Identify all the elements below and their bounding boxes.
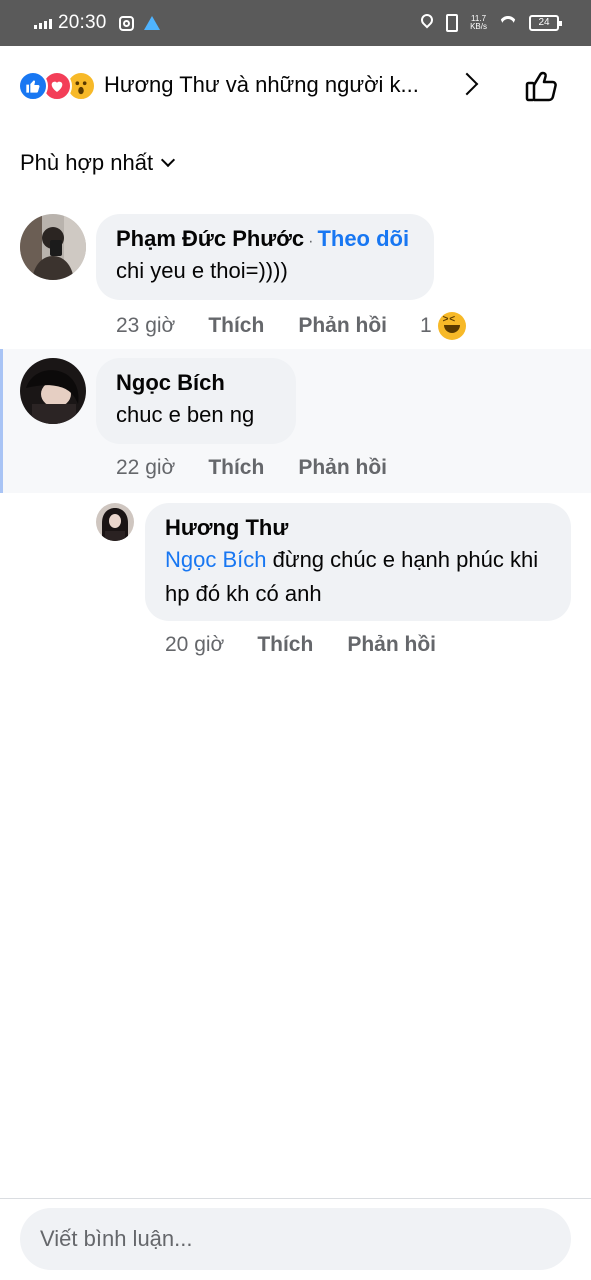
like-outline-icon[interactable] xyxy=(522,66,562,106)
like-reaction-icon xyxy=(18,71,48,101)
reaction-summary[interactable] xyxy=(18,71,96,101)
separator-dot: · xyxy=(308,233,314,250)
battery-icon: 24 xyxy=(529,15,562,31)
avatar[interactable] xyxy=(96,503,134,541)
comment-composer[interactable] xyxy=(20,1208,571,1270)
reaction-count[interactable]: 1 xyxy=(420,312,466,340)
vibrate-icon xyxy=(446,14,459,32)
sort-dropdown[interactable]: Phù hợp nhất xyxy=(20,150,176,176)
status-left: 20:30 xyxy=(34,12,160,34)
signal-icon xyxy=(34,17,52,29)
comment-bubble[interactable]: Ngọc Bích chuc e ben ng xyxy=(96,358,296,444)
comment-bubble[interactable]: Hương Thư Ngọc Bích đừng chúc e hạnh phú… xyxy=(145,503,571,621)
comment-text: chi yeu e thoi=)))) xyxy=(116,258,288,283)
comment-time[interactable]: 20 giờ xyxy=(165,633,224,657)
chevron-down-icon xyxy=(161,152,176,168)
location-icon xyxy=(420,14,434,32)
comment-author[interactable]: Phạm Đức Phước xyxy=(116,226,304,251)
sort-label: Phù hợp nhất xyxy=(20,150,154,175)
status-bar: 20:30 11.7 KB/s 24 xyxy=(0,0,591,46)
reply-button[interactable]: Phản hồi xyxy=(298,456,387,480)
comment-time[interactable]: 23 giờ xyxy=(116,314,175,338)
status-right: 11.7 KB/s 24 xyxy=(420,12,562,34)
follow-button[interactable]: Theo dõi xyxy=(317,226,409,251)
mention-link[interactable]: Ngọc Bích xyxy=(165,547,267,572)
comment-text: chuc e ben ng xyxy=(116,402,255,427)
haha-icon xyxy=(437,312,466,340)
comment-author[interactable]: Ngọc Bích xyxy=(116,370,276,396)
comment-actions: 22 giờ Thích Phản hồi xyxy=(116,456,387,480)
comment-bubble[interactable]: Phạm Đức Phước · Theo dõi chi yeu e thoi=)… xyxy=(96,214,434,300)
avatar[interactable] xyxy=(20,214,86,280)
network-speed: 11.7 KB/s xyxy=(470,14,487,31)
instagram-icon xyxy=(118,15,134,31)
chevron-right-icon[interactable] xyxy=(455,72,479,96)
warning-icon xyxy=(143,16,160,30)
comment-actions: 23 giờ Thích Phản hồi 1 xyxy=(116,312,466,340)
reactions-header[interactable]: Hương Thư và những người k... xyxy=(0,46,591,126)
status-time: 20:30 xyxy=(58,12,107,33)
like-button[interactable]: Thích xyxy=(208,456,264,480)
comment-input[interactable] xyxy=(20,1208,571,1270)
reply-button[interactable]: Phản hồi xyxy=(347,633,436,657)
like-button[interactable]: Thích xyxy=(257,633,313,657)
header-title[interactable]: Hương Thư và những người k... xyxy=(104,72,449,98)
comment-header: Phạm Đức Phước · Theo dõi xyxy=(116,226,414,252)
avatar[interactable] xyxy=(20,358,86,424)
highlight-indicator xyxy=(0,349,3,493)
reply-button[interactable]: Phản hồi xyxy=(298,314,387,338)
comment-text: Ngọc Bích đừng chúc e hạnh phúc khi hp đ… xyxy=(165,543,551,611)
reaction-count-number: 1 xyxy=(419,314,432,337)
comment-actions: 20 giờ Thích Phản hồi xyxy=(165,633,436,657)
wifi-icon xyxy=(499,16,517,30)
comment-author[interactable]: Hương Thư xyxy=(165,515,551,541)
comment-time[interactable]: 22 giờ xyxy=(116,456,175,480)
battery-level: 24 xyxy=(538,17,550,28)
like-button[interactable]: Thích xyxy=(208,314,264,338)
composer-divider xyxy=(0,1198,591,1199)
